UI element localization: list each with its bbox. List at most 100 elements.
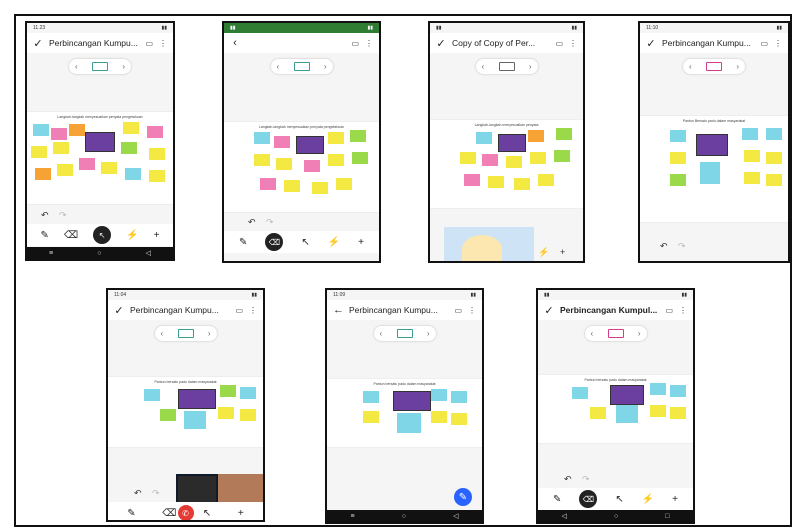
cast-icon[interactable]: ▭ (760, 39, 768, 48)
sticky-note[interactable] (240, 387, 256, 399)
add-icon[interactable]: + (358, 237, 364, 248)
add-icon[interactable]: + (154, 230, 160, 241)
sticky-note[interactable] (476, 132, 492, 144)
laser-icon[interactable]: ⚡ (126, 230, 138, 241)
video-call-preview[interactable] (444, 227, 534, 261)
sticky-note[interactable] (616, 405, 638, 423)
sticky-note[interactable] (57, 164, 73, 176)
sticky-note[interactable] (79, 158, 95, 170)
frame-pager[interactable]: ‹ › (584, 326, 647, 341)
sticky-note[interactable] (101, 162, 117, 174)
done-icon[interactable]: ✓ (436, 37, 446, 50)
frame-thumbnail[interactable] (92, 62, 108, 71)
sticky-note[interactable] (53, 142, 69, 154)
sticky-note[interactable] (276, 158, 292, 170)
back-icon[interactable]: ◁ (453, 512, 458, 520)
sticky-note[interactable] (254, 132, 270, 144)
more-vert-icon[interactable]: ⋮ (679, 306, 687, 315)
sticky-note[interactable] (350, 130, 366, 142)
board-image[interactable] (498, 134, 526, 152)
eraser-icon[interactable]: ⌫ (265, 233, 284, 251)
jamboard-canvas[interactable]: Pantun bersatu padu dalam masyarakat (327, 378, 482, 448)
sticky-note[interactable] (160, 409, 176, 421)
sticky-note[interactable] (451, 413, 467, 425)
back-icon[interactable]: ◁ (146, 249, 151, 257)
sticky-note[interactable] (328, 154, 344, 166)
chevron-right-icon[interactable]: › (324, 62, 327, 71)
more-vert-icon[interactable]: ⋮ (249, 306, 257, 315)
laser-icon[interactable]: ⚡ (538, 247, 549, 258)
frame-pager[interactable]: ‹ › (683, 59, 745, 74)
redo-icon[interactable]: ↷ (59, 210, 67, 221)
pen-icon[interactable]: ✎ (127, 508, 135, 519)
select-icon[interactable]: ↖ (301, 237, 309, 248)
sticky-note[interactable] (220, 385, 236, 397)
back-arrow-icon[interactable]: ← (333, 304, 344, 316)
sticky-note[interactable] (304, 160, 320, 172)
sticky-note[interactable] (556, 128, 572, 140)
sticky-note[interactable] (538, 174, 554, 186)
frame-pager[interactable]: ‹ › (154, 326, 217, 341)
chevron-left-icon[interactable]: ‹ (591, 329, 594, 338)
chevron-left-icon[interactable]: ‹ (161, 329, 164, 338)
chevron-right-icon[interactable]: › (427, 329, 430, 338)
sticky-note[interactable] (482, 154, 498, 166)
sticky-note[interactable] (742, 128, 758, 140)
sticky-note[interactable] (431, 411, 447, 423)
sticky-note[interactable] (528, 130, 544, 142)
recents-icon[interactable]: ≡ (351, 513, 355, 520)
select-icon[interactable]: ↖ (93, 226, 112, 244)
sticky-note[interactable] (147, 126, 163, 138)
pen-icon[interactable]: ✎ (553, 494, 561, 505)
chevron-left-icon[interactable]: ‹ (277, 62, 280, 71)
chevron-left-icon[interactable]: ‹ (380, 329, 383, 338)
cast-icon[interactable]: ▭ (235, 306, 243, 315)
back-icon[interactable]: ◁ (562, 512, 567, 520)
sticky-note[interactable] (144, 389, 160, 401)
frame-pager[interactable]: ‹ › (475, 59, 538, 74)
sticky-note[interactable] (312, 182, 328, 194)
done-icon[interactable]: ✓ (114, 304, 124, 317)
sticky-note[interactable] (700, 162, 720, 184)
frame-pager[interactable]: ‹ › (69, 59, 131, 74)
sticky-note[interactable] (240, 409, 256, 421)
eraser-icon[interactable]: ⌫ (162, 508, 176, 519)
recents-icon[interactable]: ≡ (49, 250, 53, 257)
sticky-note[interactable] (431, 389, 447, 401)
sticky-note[interactable] (336, 178, 352, 190)
sticky-note[interactable] (69, 124, 85, 136)
sticky-note[interactable] (464, 174, 480, 186)
sticky-note[interactable] (506, 156, 522, 168)
sticky-note[interactable] (451, 391, 467, 403)
frame-thumbnail[interactable] (607, 329, 624, 338)
end-call-icon[interactable]: ✆ (177, 505, 194, 520)
laser-icon[interactable]: ⚡ (642, 494, 654, 505)
sticky-note[interactable] (744, 150, 760, 162)
chevron-left-icon[interactable]: ‹ (75, 62, 78, 71)
sticky-note[interactable] (766, 128, 782, 140)
jamboard-canvas[interactable]: Pantun bersatu padu dalam masyarakat (538, 374, 693, 444)
sticky-note[interactable] (363, 391, 379, 403)
done-icon[interactable]: ✓ (544, 304, 554, 317)
sticky-note[interactable] (149, 170, 165, 182)
more-vert-icon[interactable]: ⋮ (569, 39, 577, 48)
eraser-icon[interactable]: ⌫ (64, 230, 78, 241)
more-vert-icon[interactable]: ⋮ (468, 306, 476, 315)
sticky-note[interactable] (35, 168, 51, 180)
cast-icon[interactable]: ▭ (145, 39, 153, 48)
done-icon[interactable]: ✓ (646, 37, 656, 50)
sticky-note[interactable] (650, 383, 666, 395)
chevron-right-icon[interactable]: › (122, 62, 125, 71)
chevron-right-icon[interactable]: › (638, 329, 641, 338)
select-icon[interactable]: ↖ (615, 494, 623, 505)
sticky-note[interactable] (670, 152, 686, 164)
sticky-note[interactable] (121, 142, 137, 154)
more-vert-icon[interactable]: ⋮ (365, 39, 373, 48)
frame-thumbnail[interactable] (706, 62, 722, 71)
board-image[interactable] (178, 389, 216, 409)
sticky-note[interactable] (31, 146, 47, 158)
add-icon[interactable]: + (238, 508, 244, 519)
frame-thumbnail[interactable] (498, 62, 515, 71)
select-icon[interactable]: ↖ (203, 508, 211, 519)
sticky-note[interactable] (149, 148, 165, 160)
